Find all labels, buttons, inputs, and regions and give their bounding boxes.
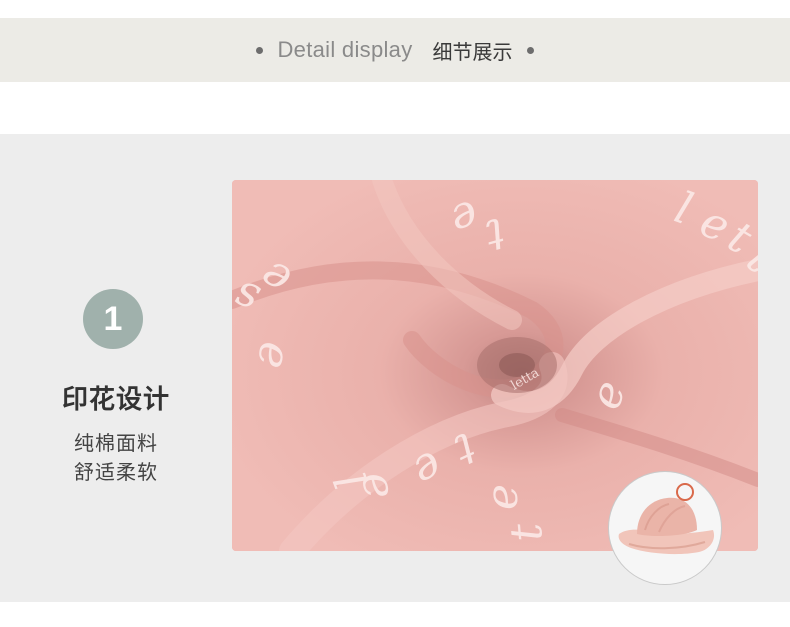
feature-title: 印花设计 xyxy=(61,385,170,415)
detail-panel: 1 印花设计 纯棉面料 舒适柔软 l e t t e t s e e l e e… xyxy=(0,134,790,602)
hat-thumbnail xyxy=(608,471,722,585)
feature-description-line2: 舒适柔软 xyxy=(74,460,158,484)
svg-text:e: e xyxy=(477,484,528,510)
feature-number-badge: 1 xyxy=(83,289,143,349)
header-title-en: Detail display xyxy=(277,37,413,62)
bullet-dot-right xyxy=(526,46,534,54)
header-title-zh: 细节展示 xyxy=(432,39,513,64)
bullet-dot-left xyxy=(256,46,264,54)
header-title: Detail display 细节展示 xyxy=(256,36,534,65)
header-band: Detail display 细节展示 xyxy=(0,18,790,82)
hat-icon xyxy=(618,483,715,555)
feature-description-line1: 纯棉面料 xyxy=(74,431,158,455)
feature-text-column: 1 印花设计 纯棉面料 舒适柔软 xyxy=(0,134,232,602)
highlight-marker xyxy=(676,483,694,501)
